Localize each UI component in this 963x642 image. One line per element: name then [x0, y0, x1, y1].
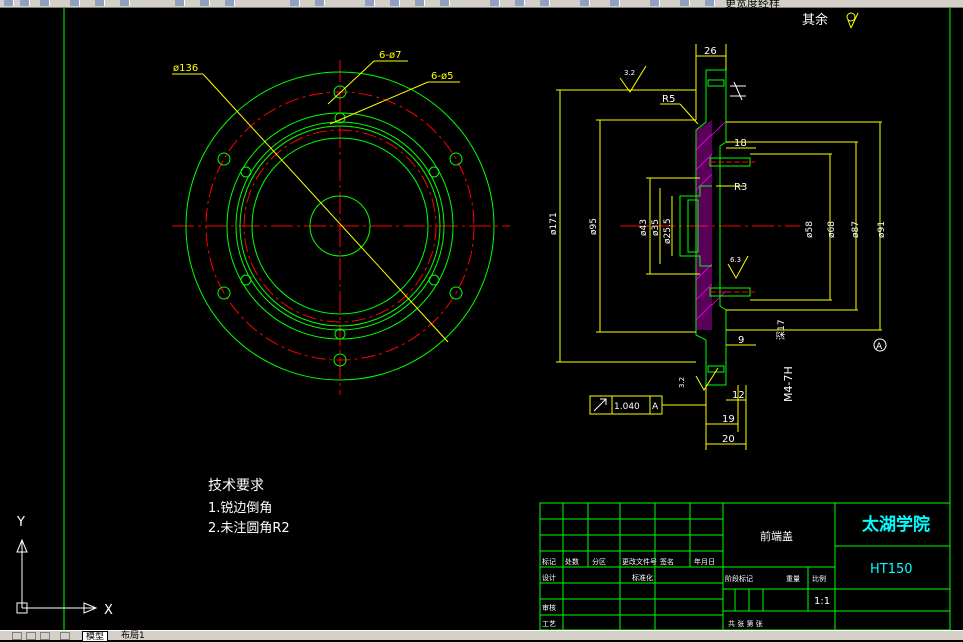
dim-d68: ø68: [827, 221, 837, 238]
dim-d58: ø58: [805, 221, 815, 238]
toolbar-button[interactable]: [415, 0, 425, 6]
dim-d87: ø87: [851, 221, 861, 238]
scale-value: 1:1: [814, 596, 830, 607]
row-design: 设计: [542, 573, 556, 582]
section-view: 26 3.2 R5 18 R3 6.3 9 ø171 ø95 ø43 ø35 ø…: [549, 44, 887, 450]
section-mark-icon: [730, 81, 746, 101]
col-date: 年月日: [694, 557, 715, 566]
leader-r5: [679, 103, 699, 125]
toolbar-button[interactable]: [580, 0, 590, 6]
toolbar-button[interactable]: [705, 0, 715, 6]
weight-label: 重量: [786, 575, 800, 583]
school-name: 太湖学院: [862, 514, 930, 535]
bolt-hole-top: [707, 79, 725, 87]
material: HT150: [870, 562, 913, 577]
datum-label: A: [876, 342, 883, 352]
rough-32-top: 3.2: [624, 69, 635, 77]
toolbar-button[interactable]: [4, 0, 14, 6]
dim-holes5: 6-ø5: [431, 71, 453, 82]
row-process: 工艺: [542, 620, 556, 628]
stage-mark: 阶段标记: [725, 574, 753, 583]
rough-63: 6.3: [730, 256, 741, 264]
toolbar-button[interactable]: [20, 0, 30, 6]
ucs-y-label: Y: [16, 515, 25, 530]
tech-item-1: 1.锐边倒角: [208, 501, 272, 516]
toolbar-button[interactable]: [225, 0, 235, 6]
ucs-x-label: X: [104, 603, 113, 618]
dim-d95: ø95: [589, 218, 599, 235]
toolbar-button[interactable]: [290, 0, 300, 6]
toolbar-button[interactable]: [440, 0, 450, 6]
toolbar-button[interactable]: [540, 0, 550, 6]
row-review: 审核: [542, 603, 556, 612]
toolbar-button[interactable]: [315, 0, 325, 6]
part-name: 前端盖: [760, 529, 793, 543]
toolbar-button[interactable]: [175, 0, 185, 6]
dim-holes7: 6-ø7: [379, 50, 401, 61]
dim-d35: ø35: [651, 219, 661, 236]
tolerance-frame: [589, 395, 706, 415]
toolbar-button[interactable]: [40, 0, 50, 6]
tolerance-value: 1.040: [614, 402, 640, 412]
toolbar-button[interactable]: [490, 0, 500, 6]
rough-32-bot-icon: [695, 367, 719, 391]
col-sign: 签名: [660, 557, 674, 566]
toolbar-button[interactable]: [120, 0, 130, 6]
col-zone: 分区: [592, 557, 606, 566]
dim-9: 9: [738, 335, 744, 346]
dim-19: 19: [722, 414, 735, 425]
dim-r3: R3: [734, 182, 747, 193]
dim-20: 20: [722, 434, 735, 445]
dim-d136: ø136: [173, 63, 198, 74]
roughness-symbol-icon: [846, 12, 859, 29]
drawing-canvas[interactable]: 其余 ø136 6-ø7 6-ø5 26 3.2 R5 18 R3 6.3 9 …: [0, 8, 963, 631]
cad-drawing: 其余 ø136 6-ø7 6-ø5 26 3.2 R5 18 R3 6.3 9 …: [16, 8, 951, 631]
dim-26: 26: [704, 46, 717, 57]
sheet-info: 共 张 第 张: [728, 619, 763, 628]
dim-12: 12: [732, 390, 745, 401]
tolerance-datum: A: [652, 402, 659, 412]
toolbar-button[interactable]: [610, 0, 620, 6]
toolbar-button[interactable]: [390, 0, 400, 6]
roughness-note: 其余: [802, 12, 828, 28]
ratio-label: 比例: [812, 574, 826, 583]
tech-title: 技术要求: [208, 478, 264, 494]
dim-d171: ø171: [549, 212, 559, 235]
thread-spec: M4-7H: [782, 366, 795, 402]
front-view: ø136 6-ø7 6-ø5: [172, 50, 510, 395]
col-change: 更改文件号: [622, 557, 657, 566]
dim-d43: ø43: [639, 219, 649, 236]
leader-holes7: [327, 60, 375, 105]
dim-d91: ø91: [877, 221, 887, 238]
dim-18: 18: [734, 138, 747, 149]
toolbar-button[interactable]: [95, 0, 105, 6]
toolbar-button[interactable]: [650, 0, 660, 6]
col-count: 处数: [565, 557, 579, 566]
toolbar: 更宽度经样: [0, 0, 963, 10]
row-standard: 标准化: [632, 573, 653, 582]
tech-item-2: 2.未注圆角R2: [208, 521, 290, 536]
col-mark: 标记: [542, 557, 556, 566]
tab-model[interactable]: 模型: [82, 631, 109, 642]
toolbar-button[interactable]: [200, 0, 210, 6]
ucs-icon: [16, 538, 98, 614]
rough-32-bot: 3.2: [678, 377, 686, 388]
toolbar-button[interactable]: [70, 0, 80, 6]
thread-depth: 深17: [776, 320, 787, 340]
runout-arrow-icon: [593, 398, 607, 412]
toolbar-button[interactable]: [365, 0, 375, 6]
dim-r5: R5: [662, 94, 675, 105]
toolbar-button[interactable]: [515, 0, 525, 6]
dim-d255: ø25.5: [663, 218, 673, 244]
toolbar-button[interactable]: [680, 0, 690, 6]
